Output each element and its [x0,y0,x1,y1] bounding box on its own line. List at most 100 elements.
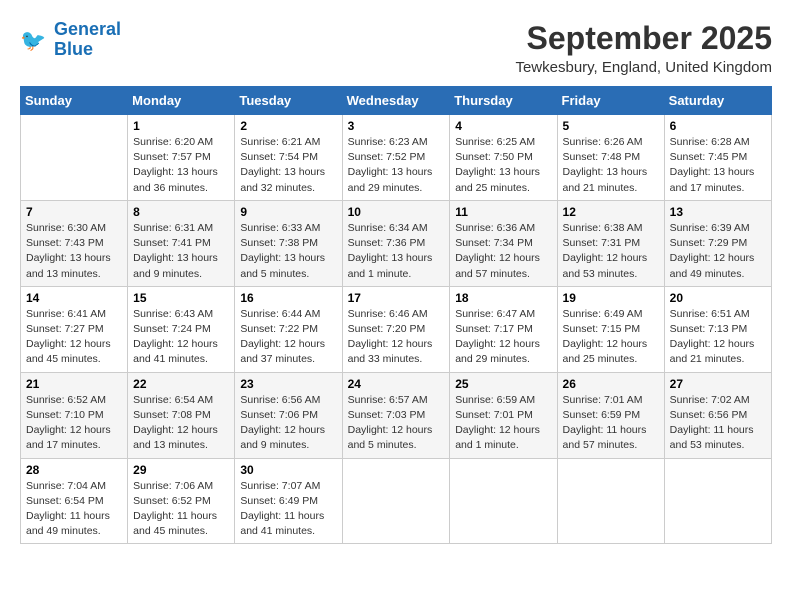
day-number: 5 [563,119,659,133]
calendar-cell [342,458,450,544]
calendar-week-row: 28 Sunrise: 7:04 AM Sunset: 6:54 PM Dayli… [21,458,772,544]
calendar-cell: 23Sunrise: 6:56 AM Sunset: 7:06 PM Dayli… [235,372,342,458]
day-info: Sunrise: 6:23 AM Sunset: 7:52 PM Dayligh… [348,135,445,196]
day-info: Sunrise: 6:33 AM Sunset: 7:38 PM Dayligh… [240,221,336,282]
location: Tewkesbury, England, United Kingdom [515,59,772,76]
calendar-cell: 29Sunrise: 7:06 AM Sunset: 6:52 PM Dayli… [128,458,235,544]
day-info: Sunrise: 6:51 AM Sunset: 7:13 PM Dayligh… [670,307,766,368]
day-number: 26 [563,377,659,391]
day-number: 25 [455,377,551,391]
day-number: 24 [348,377,445,391]
day-number: 2 [240,119,336,133]
calendar-cell: 22 Sunrise: 6:54 AM Sunset: 7:08 PM Dayli… [128,372,235,458]
calendar-week-row: 7 Sunrise: 6:30 AM Sunset: 7:43 PM Daylig… [21,200,772,286]
column-header-monday: Monday [128,87,235,115]
day-number: 19 [563,291,659,305]
title-block: September 2025 Tewkesbury, England, Unit… [515,20,772,76]
calendar-cell: 3 Sunrise: 6:23 AM Sunset: 7:52 PM Daylig… [342,115,450,201]
day-number: 28 [26,463,122,477]
calendar-cell [21,115,128,201]
calendar-cell: 25Sunrise: 6:59 AM Sunset: 7:01 PM Dayli… [450,372,557,458]
day-number: 29 [133,463,229,477]
day-number: 16 [240,291,336,305]
day-info: Sunrise: 6:31 AM Sunset: 7:41 PM Dayligh… [133,221,229,282]
day-info: Sunrise: 6:44 AM Sunset: 7:22 PM Dayligh… [240,307,336,368]
column-header-saturday: Saturday [664,87,771,115]
calendar-cell: 16 Sunrise: 6:44 AM Sunset: 7:22 PM Dayli… [235,286,342,372]
logo-line2: Blue [54,39,93,59]
svg-text:🐦: 🐦 [20,29,46,52]
day-number: 9 [240,205,336,219]
calendar-cell: 7 Sunrise: 6:30 AM Sunset: 7:43 PM Daylig… [21,200,128,286]
day-number: 3 [348,119,445,133]
day-number: 23 [240,377,336,391]
calendar-table: SundayMondayTuesdayWednesdayThursdayFrid… [20,86,772,544]
day-number: 27 [670,377,766,391]
logo-icon: 🐦 [20,25,50,55]
calendar-cell: 24Sunrise: 6:57 AM Sunset: 7:03 PM Dayli… [342,372,450,458]
calendar-cell: 11 Sunrise: 6:36 AM Sunset: 7:34 PM Dayli… [450,200,557,286]
calendar-cell: 2 Sunrise: 6:21 AM Sunset: 7:54 PM Daylig… [235,115,342,201]
calendar-cell: 20 Sunrise: 6:51 AM Sunset: 7:13 PM Dayli… [664,286,771,372]
calendar-cell: 1 Sunrise: 6:20 AM Sunset: 7:57 PM Daylig… [128,115,235,201]
day-number: 11 [455,205,551,219]
calendar-cell: 30Sunrise: 7:07 AM Sunset: 6:49 PM Dayli… [235,458,342,544]
calendar-cell [664,458,771,544]
calendar-cell: 26 Sunrise: 7:01 AM Sunset: 6:59 PM Dayli… [557,372,664,458]
day-info: Sunrise: 6:25 AM Sunset: 7:50 PM Dayligh… [455,135,551,196]
calendar-cell: 19Sunrise: 6:49 AM Sunset: 7:15 PM Dayli… [557,286,664,372]
month-title: September 2025 [515,20,772,57]
day-info: Sunrise: 6:54 AM Sunset: 7:08 PM Dayligh… [133,393,229,454]
column-header-friday: Friday [557,87,664,115]
day-info: Sunrise: 6:47 AM Sunset: 7:17 PM Dayligh… [455,307,551,368]
calendar-cell: 14Sunrise: 6:41 AM Sunset: 7:27 PM Dayli… [21,286,128,372]
calendar-cell: 13Sunrise: 6:39 AM Sunset: 7:29 PM Dayli… [664,200,771,286]
day-info: Sunrise: 6:34 AM Sunset: 7:36 PM Dayligh… [348,221,445,282]
day-number: 10 [348,205,445,219]
calendar-header-row: SundayMondayTuesdayWednesdayThursdayFrid… [21,87,772,115]
logo: 🐦 General Blue [20,20,121,60]
column-header-tuesday: Tuesday [235,87,342,115]
day-info: Sunrise: 6:46 AM Sunset: 7:20 PM Dayligh… [348,307,445,368]
day-info: Sunrise: 7:07 AM Sunset: 6:49 PM Dayligh… [240,479,336,540]
day-info: Sunrise: 6:21 AM Sunset: 7:54 PM Dayligh… [240,135,336,196]
day-number: 17 [348,291,445,305]
calendar-cell: 18 Sunrise: 6:47 AM Sunset: 7:17 PM Dayli… [450,286,557,372]
calendar-cell [450,458,557,544]
day-number: 18 [455,291,551,305]
logo-line1: General [54,19,121,39]
calendar-week-row: 21 Sunrise: 6:52 AM Sunset: 7:10 PM Dayli… [21,372,772,458]
calendar-cell: 8 Sunrise: 6:31 AM Sunset: 7:41 PM Daylig… [128,200,235,286]
day-number: 22 [133,377,229,391]
day-number: 8 [133,205,229,219]
calendar-cell: 5 Sunrise: 6:26 AM Sunset: 7:48 PM Daylig… [557,115,664,201]
day-number: 12 [563,205,659,219]
day-number: 4 [455,119,551,133]
day-info: Sunrise: 6:20 AM Sunset: 7:57 PM Dayligh… [133,135,229,196]
day-info: Sunrise: 6:39 AM Sunset: 7:29 PM Dayligh… [670,221,766,282]
logo-text: General Blue [54,20,121,60]
calendar-cell: 6Sunrise: 6:28 AM Sunset: 7:45 PM Daylig… [664,115,771,201]
day-number: 7 [26,205,122,219]
page-header: 🐦 General Blue September 2025 Tewkesbury… [20,20,772,76]
day-info: Sunrise: 6:52 AM Sunset: 7:10 PM Dayligh… [26,393,122,454]
calendar-cell: 21 Sunrise: 6:52 AM Sunset: 7:10 PM Dayli… [21,372,128,458]
day-info: Sunrise: 6:28 AM Sunset: 7:45 PM Dayligh… [670,135,766,196]
column-header-sunday: Sunday [21,87,128,115]
calendar-cell: 17 Sunrise: 6:46 AM Sunset: 7:20 PM Dayli… [342,286,450,372]
day-number: 1 [133,119,229,133]
day-info: Sunrise: 6:26 AM Sunset: 7:48 PM Dayligh… [563,135,659,196]
day-info: Sunrise: 6:36 AM Sunset: 7:34 PM Dayligh… [455,221,551,282]
day-info: Sunrise: 7:02 AM Sunset: 6:56 PM Dayligh… [670,393,766,454]
day-number: 21 [26,377,122,391]
day-info: Sunrise: 7:01 AM Sunset: 6:59 PM Dayligh… [563,393,659,454]
calendar-cell: 15Sunrise: 6:43 AM Sunset: 7:24 PM Dayli… [128,286,235,372]
day-number: 20 [670,291,766,305]
calendar-week-row: 14Sunrise: 6:41 AM Sunset: 7:27 PM Dayli… [21,286,772,372]
calendar-cell: 9 Sunrise: 6:33 AM Sunset: 7:38 PM Daylig… [235,200,342,286]
calendar-cell: 27 Sunrise: 7:02 AM Sunset: 6:56 PM Dayli… [664,372,771,458]
day-info: Sunrise: 6:30 AM Sunset: 7:43 PM Dayligh… [26,221,122,282]
day-info: Sunrise: 7:04 AM Sunset: 6:54 PM Dayligh… [26,479,122,540]
day-info: Sunrise: 6:38 AM Sunset: 7:31 PM Dayligh… [563,221,659,282]
calendar-cell [557,458,664,544]
